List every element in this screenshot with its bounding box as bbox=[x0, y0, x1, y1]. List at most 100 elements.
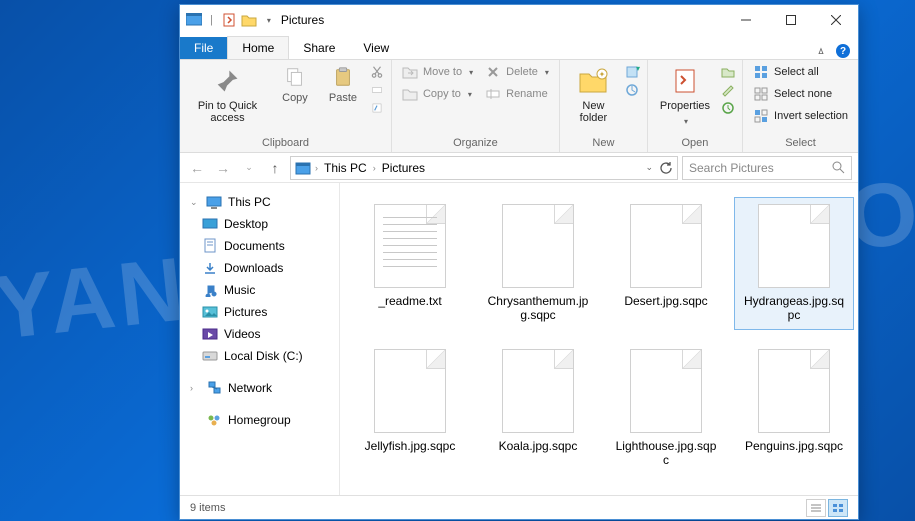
file-area[interactable]: _readme.txt Chrysanthemum.jpg.sqpc Desert.… bbox=[340, 183, 858, 495]
navigation-pane: ⌄ This PC Desktop Documents Downloads Mu… bbox=[180, 183, 340, 495]
properties-qat-icon[interactable] bbox=[221, 12, 237, 28]
nav-up-button[interactable]: ↑ bbox=[264, 157, 286, 179]
pin-quick-access-button[interactable]: Pin to Quick access bbox=[186, 62, 269, 127]
file-item[interactable]: _readme.txt bbox=[350, 197, 470, 330]
refresh-icon[interactable] bbox=[659, 161, 673, 175]
file-item[interactable]: Penguins.jpg.sqpc bbox=[734, 342, 854, 475]
address-dropdown-icon[interactable]: ⌄ bbox=[645, 162, 653, 173]
copy-to-button[interactable]: Copy to bbox=[398, 84, 477, 104]
view-details-button[interactable] bbox=[806, 499, 826, 517]
view-icons-button[interactable] bbox=[828, 499, 848, 517]
file-item[interactable]: Jellyfish.jpg.sqpc bbox=[350, 342, 470, 475]
ribbon-group-clipboard: Pin to Quick access Copy Paste Clipboard bbox=[180, 60, 392, 152]
invert-selection-button[interactable]: Invert selection bbox=[749, 106, 852, 126]
invert-selection-label: Invert selection bbox=[774, 110, 848, 122]
cut-icon[interactable] bbox=[369, 64, 385, 80]
nav-back-button[interactable]: ← bbox=[186, 157, 208, 179]
file-item[interactable]: Koala.jpg.sqpc bbox=[478, 342, 598, 475]
move-to-button[interactable]: Move to bbox=[398, 62, 477, 82]
sidebar-item-documents[interactable]: Documents bbox=[184, 235, 335, 257]
paste-shortcut-icon[interactable] bbox=[369, 100, 385, 116]
copy-to-label: Copy to bbox=[423, 88, 461, 100]
crumb-sep-icon[interactable]: › bbox=[315, 163, 318, 173]
sidebar-item-pictures[interactable]: Pictures bbox=[184, 301, 335, 323]
delete-button[interactable]: Delete bbox=[481, 62, 553, 82]
delete-label: Delete bbox=[506, 66, 538, 78]
properties-icon bbox=[669, 65, 701, 97]
close-button[interactable] bbox=[813, 5, 858, 35]
copy-button[interactable]: Copy bbox=[273, 62, 317, 107]
chevron-down-icon[interactable]: ⌄ bbox=[190, 197, 200, 208]
file-item[interactable]: Hydrangeas.jpg.sqpc bbox=[734, 197, 854, 330]
breadcrumb-pictures[interactable]: Pictures bbox=[380, 161, 427, 175]
collapse-ribbon-icon[interactable]: ㅿ bbox=[816, 43, 826, 59]
rename-icon bbox=[485, 86, 501, 102]
open-icon[interactable] bbox=[720, 64, 736, 80]
tab-home[interactable]: Home bbox=[227, 36, 289, 59]
select-none-button[interactable]: Select none bbox=[749, 84, 852, 104]
sidebar-item-local-disk[interactable]: Local Disk (C:) bbox=[184, 345, 335, 367]
properties-button[interactable]: Properties bbox=[654, 62, 716, 130]
file-name-label: Penguins.jpg.sqpc bbox=[745, 439, 843, 453]
properties-dropdown[interactable] bbox=[682, 115, 688, 127]
new-item-icon[interactable]: ▾ bbox=[625, 64, 641, 80]
file-thumbnail bbox=[758, 349, 830, 433]
videos-icon bbox=[202, 326, 218, 342]
sidebar-label: Desktop bbox=[224, 217, 268, 231]
tab-view[interactable]: View bbox=[349, 37, 403, 59]
history-icon[interactable] bbox=[720, 100, 736, 116]
pin-label: Pin to Quick access bbox=[192, 100, 263, 124]
move-to-icon bbox=[402, 64, 418, 80]
file-item[interactable]: Lighthouse.jpg.sqpc bbox=[606, 342, 726, 475]
svg-text:✦: ✦ bbox=[599, 70, 606, 79]
search-input[interactable]: Search Pictures bbox=[682, 156, 852, 180]
rename-button[interactable]: Rename bbox=[481, 84, 553, 104]
address-bar: ← → ⌄ ↑ › This PC › Pictures ⌄ Search Pi… bbox=[180, 153, 858, 183]
sidebar-item-downloads[interactable]: Downloads bbox=[184, 257, 335, 279]
sidebar-item-homegroup[interactable]: Homegroup bbox=[184, 409, 335, 431]
sidebar-label: This PC bbox=[228, 195, 271, 209]
paste-label: Paste bbox=[329, 92, 357, 104]
network-icon bbox=[206, 380, 222, 396]
sidebar-item-videos[interactable]: Videos bbox=[184, 323, 335, 345]
sidebar-item-network[interactable]: › Network bbox=[184, 377, 335, 399]
chevron-right-icon[interactable]: › bbox=[190, 383, 200, 393]
sidebar-label: Local Disk (C:) bbox=[224, 349, 303, 363]
qat-dropdown-icon[interactable] bbox=[265, 14, 271, 26]
folder-qat-icon[interactable] bbox=[241, 12, 257, 28]
breadcrumb-this-pc[interactable]: This PC bbox=[322, 161, 369, 175]
nav-recent-dropdown[interactable]: ⌄ bbox=[238, 157, 260, 179]
crumb-sep-icon[interactable]: › bbox=[373, 163, 376, 173]
help-icon[interactable]: ? bbox=[836, 44, 850, 58]
ribbon-group-open: Properties Open bbox=[648, 60, 743, 152]
file-name-label: Chrysanthemum.jpg.sqpc bbox=[485, 294, 591, 323]
svg-text:▾: ▾ bbox=[636, 65, 640, 73]
select-none-icon bbox=[753, 86, 769, 102]
file-grid: _readme.txt Chrysanthemum.jpg.sqpc Desert.… bbox=[350, 197, 848, 475]
tab-share[interactable]: Share bbox=[289, 37, 349, 59]
easy-access-icon[interactable] bbox=[625, 82, 641, 98]
music-icon bbox=[202, 282, 218, 298]
copy-path-icon[interactable] bbox=[369, 82, 385, 98]
file-item[interactable]: Desert.jpg.sqpc bbox=[606, 197, 726, 330]
select-all-button[interactable]: Select all bbox=[749, 62, 852, 82]
sidebar-item-music[interactable]: Music bbox=[184, 279, 335, 301]
address-box[interactable]: › This PC › Pictures ⌄ bbox=[290, 156, 678, 180]
edit-icon[interactable] bbox=[720, 82, 736, 98]
tab-file[interactable]: File bbox=[180, 37, 227, 59]
ribbon-tabs: File Home Share View ㅿ ? bbox=[180, 35, 858, 59]
desktop-icon bbox=[202, 216, 218, 232]
address-folder-icon bbox=[295, 160, 311, 176]
sidebar-item-this-pc[interactable]: ⌄ This PC bbox=[184, 191, 335, 213]
paste-button[interactable]: Paste bbox=[321, 62, 365, 107]
maximize-button[interactable] bbox=[768, 5, 813, 35]
file-item[interactable]: Chrysanthemum.jpg.sqpc bbox=[478, 197, 598, 330]
copy-label: Copy bbox=[282, 92, 308, 104]
titlebar: | Pictures bbox=[180, 5, 858, 35]
file-thumbnail bbox=[502, 204, 574, 288]
nav-forward-button[interactable]: → bbox=[212, 157, 234, 179]
sidebar-item-desktop[interactable]: Desktop bbox=[184, 213, 335, 235]
sidebar-label: Downloads bbox=[224, 261, 283, 275]
new-folder-button[interactable]: ✦ New folder bbox=[566, 62, 621, 127]
minimize-button[interactable] bbox=[723, 5, 768, 35]
